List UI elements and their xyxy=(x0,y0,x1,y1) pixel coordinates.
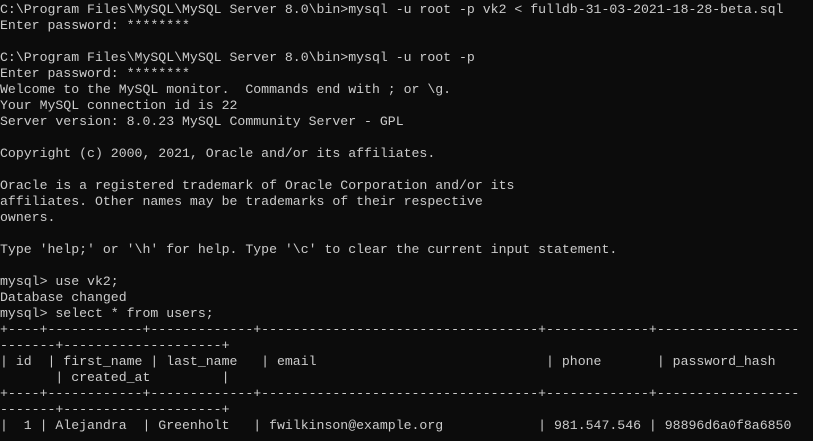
terminal-line: Welcome to the MySQL monitor. Commands e… xyxy=(0,82,452,97)
terminal-line: Enter password: ******** xyxy=(0,18,190,33)
terminal-line: Database changed xyxy=(0,290,127,305)
terminal-line: affiliates. Other names may be trademark… xyxy=(0,194,483,209)
terminal-line: Enter password: ******** xyxy=(0,66,190,81)
terminal-line: C:\Program Files\MySQL\MySQL Server 8.0\… xyxy=(0,2,784,17)
table-border-line: +----+------------+-------------+-------… xyxy=(0,386,800,401)
table-header-row: | created_at | xyxy=(0,370,230,385)
table-header-row: | id | first_name | last_name | email | … xyxy=(0,354,776,369)
table-border-line: -------+--------------------+ xyxy=(0,402,230,417)
terminal-line: Your MySQL connection id is 22 xyxy=(0,98,238,113)
table-border-line: -------+--------------------+ xyxy=(0,338,230,353)
terminal-line: Server version: 8.0.23 MySQL Community S… xyxy=(0,114,404,129)
terminal-line: mysql> select * from users; xyxy=(0,306,214,321)
terminal-line: C:\Program Files\MySQL\MySQL Server 8.0\… xyxy=(0,50,475,65)
terminal-line: Oracle is a registered trademark of Orac… xyxy=(0,178,515,193)
terminal-line: mysql> use vk2; xyxy=(0,274,119,289)
terminal-line: Copyright (c) 2000, 2021, Oracle and/or … xyxy=(0,146,436,161)
table-row: | 1 | Alejandra | Greenholt | fwilkinson… xyxy=(0,418,792,433)
terminal-line: Type 'help;' or '\h' for help. Type '\c'… xyxy=(0,242,618,257)
table-border-line: +----+------------+-------------+-------… xyxy=(0,322,800,337)
terminal-output[interactable]: C:\Program Files\MySQL\MySQL Server 8.0\… xyxy=(0,0,813,441)
terminal-line: owners. xyxy=(0,210,56,225)
